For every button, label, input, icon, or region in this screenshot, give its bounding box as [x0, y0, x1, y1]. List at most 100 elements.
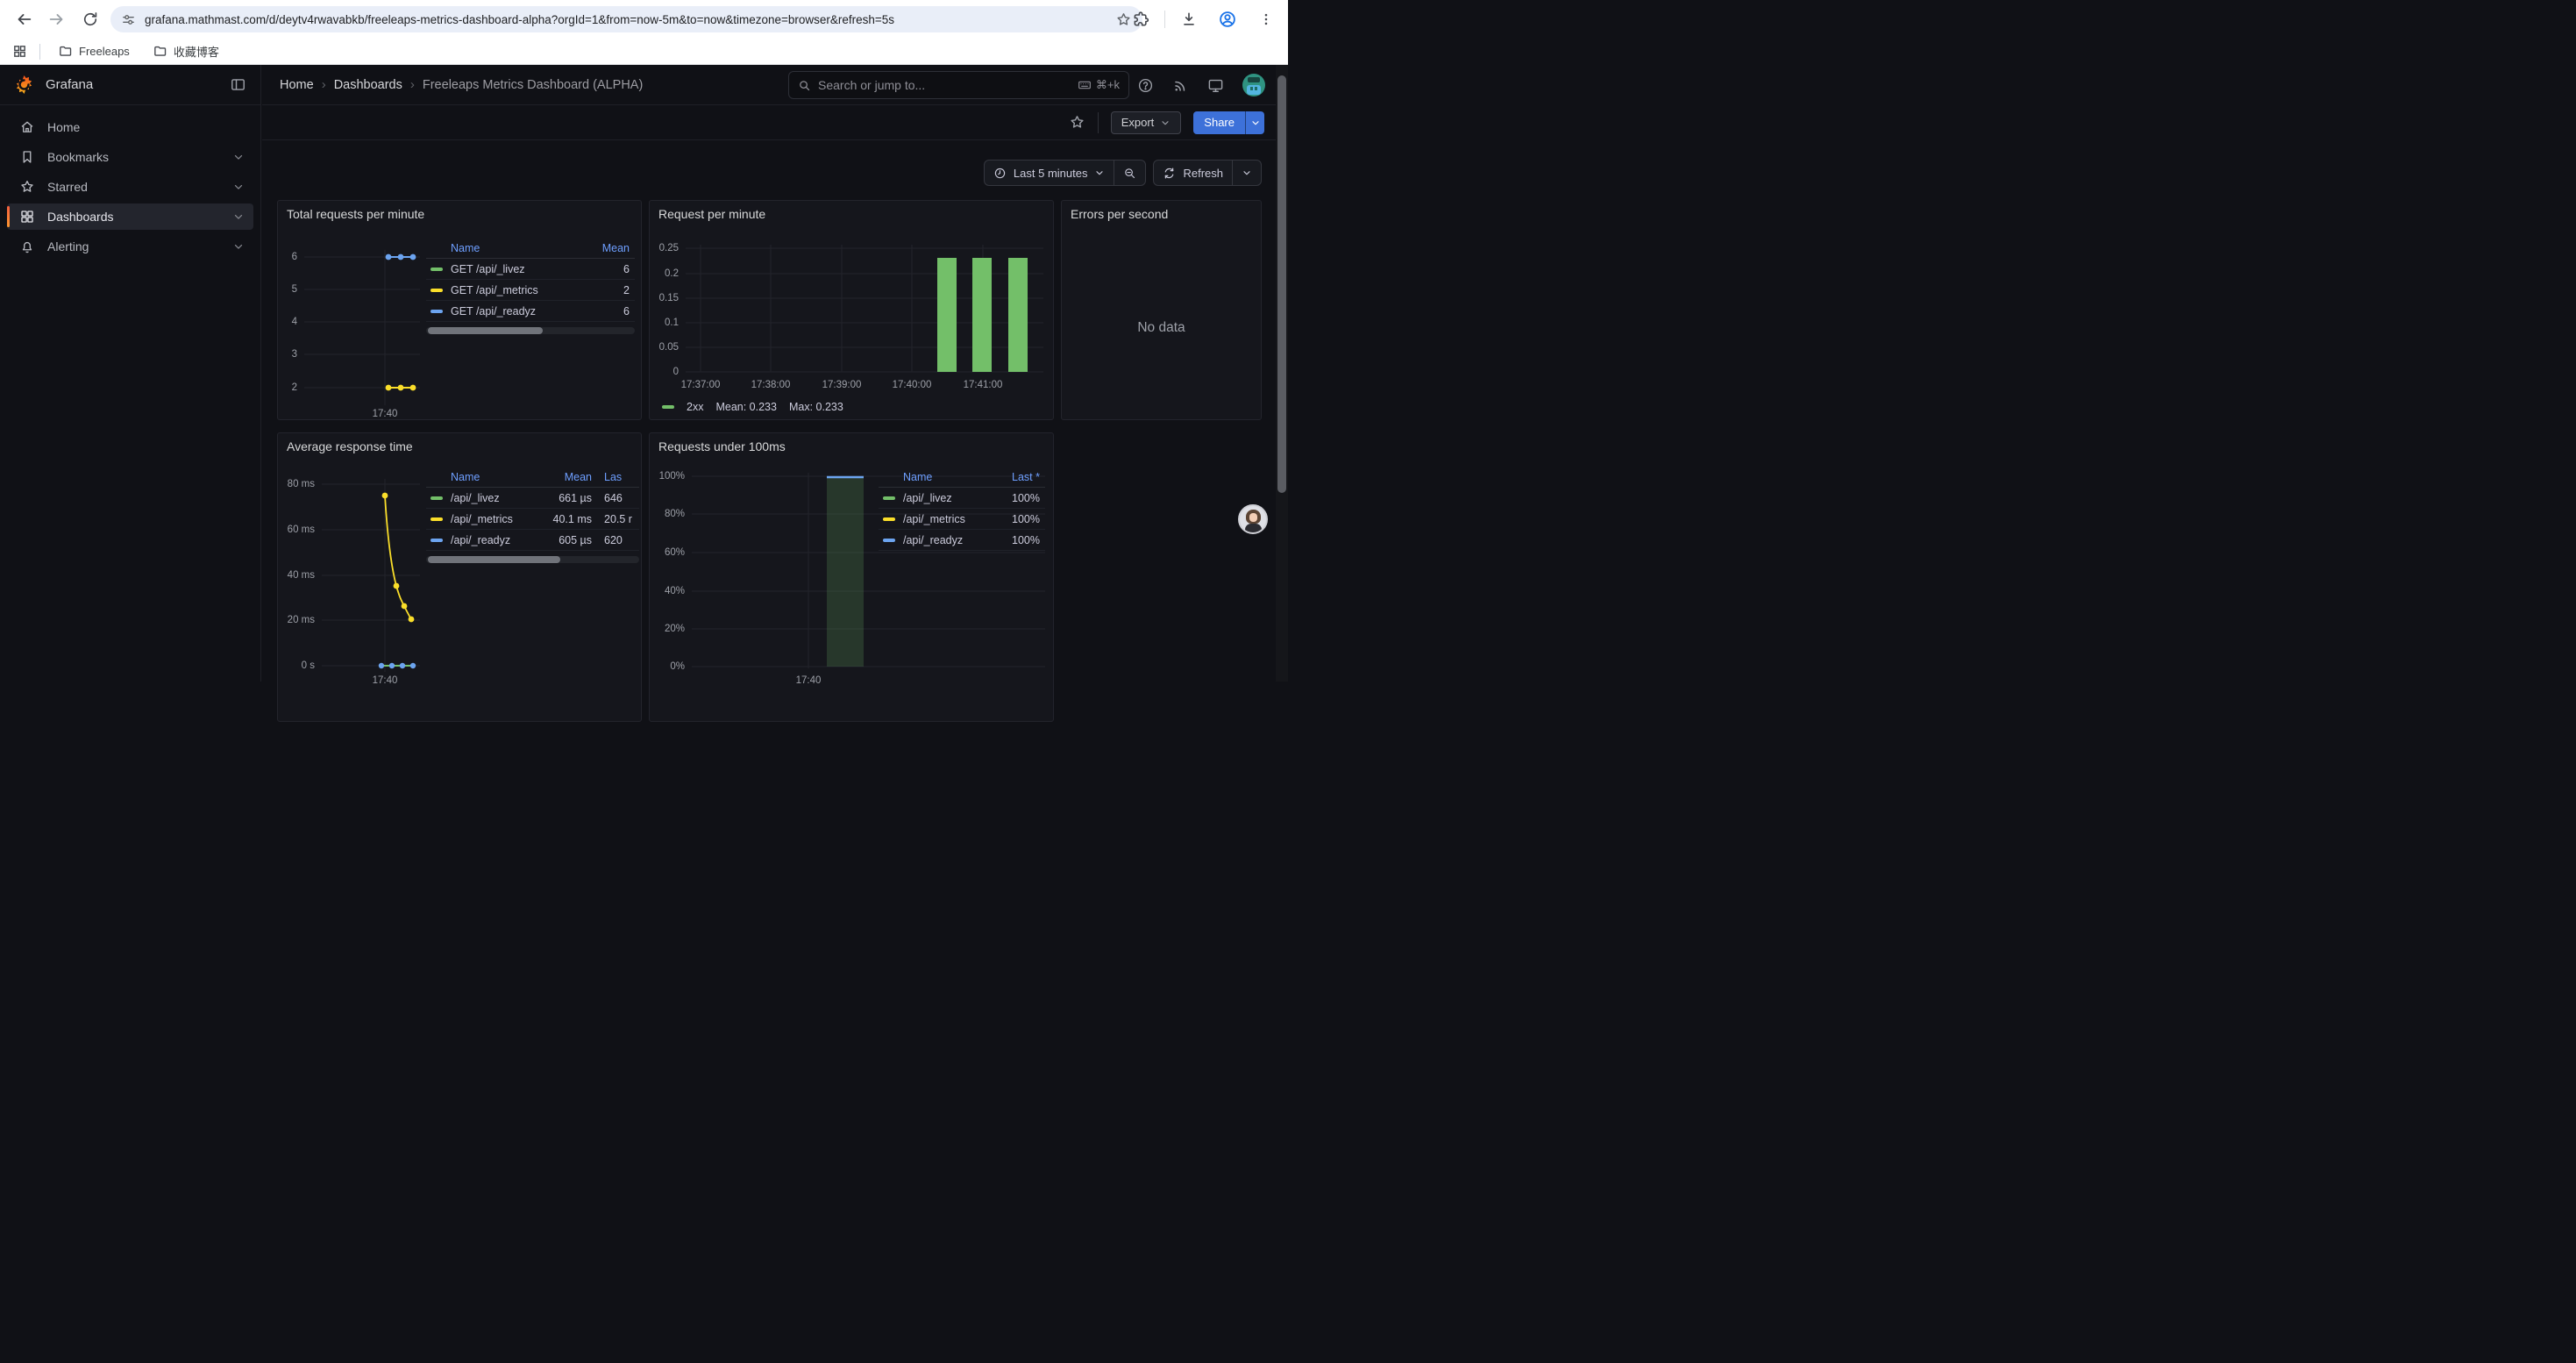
share-button[interactable]: Share [1193, 111, 1264, 134]
sidebar-item-starred[interactable]: Starred [7, 174, 253, 200]
breadcrumb-home[interactable]: Home [280, 78, 314, 92]
favorite-star-icon[interactable] [1069, 114, 1085, 131]
back-icon[interactable] [9, 4, 39, 34]
series-name[interactable]: GET /api/_livez [451, 263, 582, 275]
legend-row[interactable]: /api/_readyz 605 µs 620 [426, 530, 639, 551]
legend-row[interactable]: GET /api/_livez 6 [426, 259, 635, 280]
forward-icon[interactable] [42, 4, 72, 34]
series-name[interactable]: /api/_readyz [451, 534, 522, 546]
refresh-interval-chevron[interactable] [1232, 161, 1261, 185]
y-tick: 0.25 [644, 242, 679, 254]
home-icon [19, 119, 35, 135]
refresh-button[interactable]: Refresh [1154, 161, 1232, 185]
zoom-out-button[interactable] [1114, 161, 1145, 185]
bookmark-folder-blogs[interactable]: 收藏博客 [147, 40, 224, 62]
legend-row[interactable]: /api/_livez 100% [879, 488, 1045, 509]
panel-total-requests[interactable]: Total requests per minute 6 5 4 3 2 17:4… [277, 200, 642, 420]
panel-title[interactable]: Total requests per minute [287, 207, 424, 221]
legend-scrollbar[interactable] [426, 327, 635, 334]
search-input[interactable]: Search or jump to... ⌘+k [788, 71, 1129, 99]
legend-row[interactable]: /api/_metrics 40.1 ms 20.5 r [426, 509, 639, 530]
legend-scrollbar[interactable] [426, 556, 639, 563]
panel-title[interactable]: Average response time [287, 439, 413, 453]
legend-row[interactable]: /api/_livez 661 µs 646 [426, 488, 639, 509]
y-tick: 20% [650, 623, 685, 635]
sidebar-item-bookmarks[interactable]: Bookmarks [7, 144, 253, 170]
share-label[interactable]: Share [1193, 111, 1245, 134]
share-menu-chevron[interactable] [1245, 111, 1264, 134]
series-mean: 6 [582, 305, 635, 318]
series-name[interactable]: GET /api/_readyz [451, 305, 582, 318]
extensions-icon[interactable] [1126, 4, 1156, 34]
panel-title[interactable]: Errors per second [1071, 207, 1168, 221]
series-pill [883, 517, 895, 521]
chevron-down-icon[interactable] [232, 240, 245, 253]
panel-errors-per-second[interactable]: Errors per second No data [1061, 200, 1262, 420]
legend-col-name[interactable]: Name [451, 471, 522, 483]
grafana-logo[interactable] [14, 75, 34, 95]
news-rss-icon[interactable] [1172, 77, 1189, 94]
browser-menu-icon[interactable] [1251, 4, 1281, 34]
profile-icon[interactable] [1213, 4, 1242, 34]
panel-under-100ms[interactable]: Requests under 100ms 100% 80% 60% 40% 20… [649, 432, 1054, 722]
downloads-icon[interactable] [1174, 4, 1204, 34]
bookmark-folder-freeleaps[interactable]: Freeleaps [53, 41, 135, 61]
legend-col-mean[interactable]: Mean [522, 471, 592, 483]
time-controls: Last 5 minutes Refresh [984, 160, 1262, 186]
url-text[interactable]: grafana.mathmast.com/d/deytv4rwavabkb/fr… [145, 13, 1107, 26]
url-bar[interactable]: grafana.mathmast.com/d/deytv4rwavabkb/fr… [110, 6, 1142, 32]
user-avatar[interactable] [1242, 74, 1265, 96]
breadcrumb-dashboards[interactable]: Dashboards [334, 78, 402, 92]
series-name[interactable]: /api/_livez [903, 492, 993, 504]
chevron-down-icon[interactable] [232, 211, 245, 223]
bell-icon [19, 239, 35, 254]
legend-col-last[interactable]: Last * [993, 471, 1045, 483]
panel-avg-response-time[interactable]: Average response time 80 ms 60 ms 40 ms … [277, 432, 642, 722]
export-button[interactable]: Export [1111, 111, 1182, 134]
series-mean: 2 [582, 284, 635, 296]
apps-grid-icon[interactable] [12, 44, 27, 59]
site-settings-icon[interactable] [121, 12, 136, 27]
panel-title[interactable]: Requests under 100ms [658, 439, 786, 453]
monitor-icon[interactable] [1207, 77, 1224, 94]
legend-table: Name Last * /api/_livez 100% /api/_metri… [879, 467, 1045, 551]
sidebar-toggle-icon[interactable] [230, 76, 246, 93]
legend-row[interactable]: /api/_metrics 100% [879, 509, 1045, 530]
legend-col-mean[interactable]: Mean [582, 242, 635, 254]
bookmarks-bar: Freeleaps 收藏博客 [0, 39, 1288, 65]
series-name[interactable]: /api/_metrics [903, 513, 993, 525]
sidebar-item-dashboards[interactable]: Dashboards [7, 203, 253, 230]
reload-icon[interactable] [75, 4, 105, 34]
sidebar-item-alerting[interactable]: Alerting [7, 233, 253, 260]
x-tick: 17:40 [354, 408, 416, 420]
help-icon[interactable] [1137, 77, 1154, 94]
page-scrollbar[interactable] [1276, 65, 1288, 682]
y-tick: 0.15 [644, 292, 679, 304]
series-name[interactable]: 2xx [687, 401, 703, 413]
folder-icon [153, 44, 167, 59]
scrollbar-thumb[interactable] [1277, 75, 1286, 493]
series-name[interactable]: /api/_livez [451, 492, 522, 504]
legend-row[interactable]: /api/_readyz 100% [879, 530, 1045, 551]
legend-col-name[interactable]: Name [451, 242, 582, 254]
series-name[interactable]: /api/_readyz [903, 534, 993, 546]
series-name[interactable]: /api/_metrics [451, 513, 522, 525]
legend-row[interactable]: GET /api/_metrics 2 [426, 280, 635, 301]
time-range-picker[interactable]: Last 5 minutes [985, 161, 1114, 185]
chevron-down-icon[interactable] [232, 151, 245, 163]
legend-col-last[interactable]: Las [592, 471, 639, 483]
legend-col-name[interactable]: Name [903, 471, 993, 483]
assistant-avatar[interactable] [1238, 504, 1268, 534]
chevron-down-icon[interactable] [232, 181, 245, 193]
active-accent-bar [7, 206, 10, 227]
panel-title[interactable]: Request per minute [658, 207, 765, 221]
panel-request-per-minute[interactable]: Request per minute 0.25 0.2 0.15 0.1 0.0… [649, 200, 1054, 420]
page-header: Home › Dashboards › Freeleaps Metrics Da… [262, 65, 1288, 105]
browser-toolbar: grafana.mathmast.com/d/deytv4rwavabkb/fr… [0, 0, 1288, 39]
series-name[interactable]: GET /api/_metrics [451, 284, 582, 296]
legend-row[interactable]: GET /api/_readyz 6 [426, 301, 635, 322]
breadcrumb-current: Freeleaps Metrics Dashboard (ALPHA) [423, 78, 643, 92]
dashboards-icon [19, 209, 35, 225]
sidebar-item-home[interactable]: Home [7, 114, 253, 140]
avatar-body [1245, 524, 1262, 534]
